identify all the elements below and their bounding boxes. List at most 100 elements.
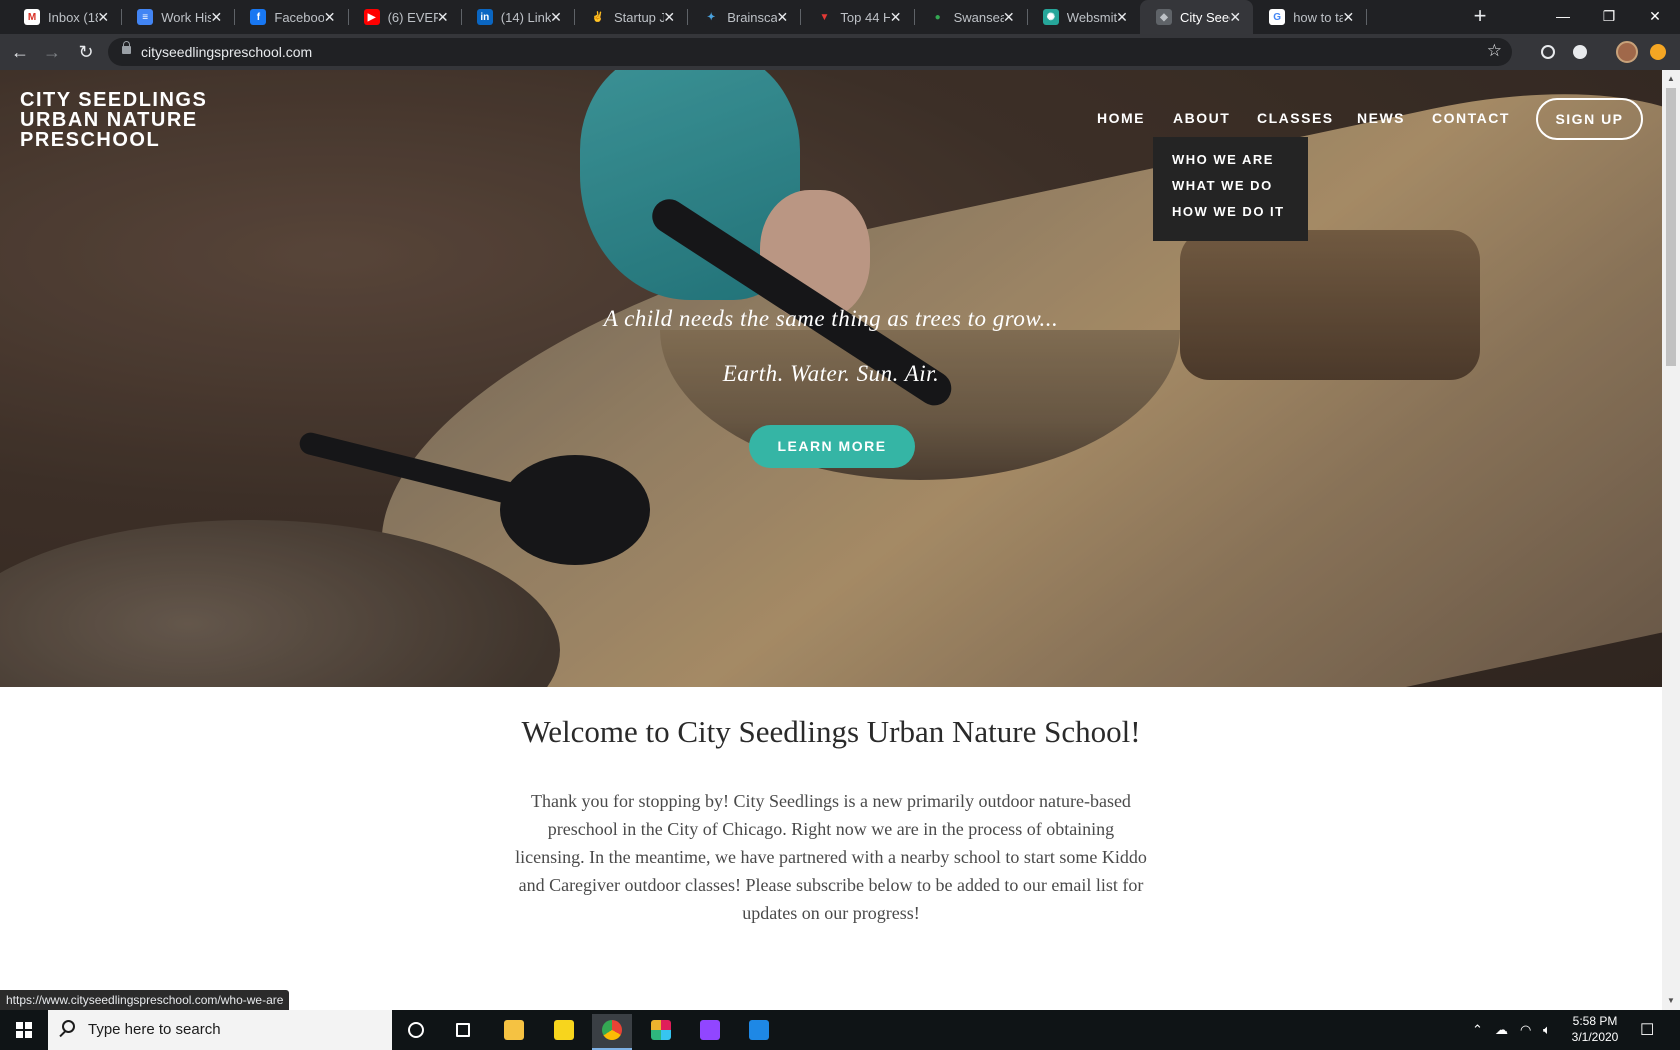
close-tab-icon[interactable]: ✕ bbox=[322, 9, 338, 25]
close-tab-icon[interactable]: ✕ bbox=[435, 9, 451, 25]
close-tab-icon[interactable]: ✕ bbox=[1340, 9, 1356, 25]
youtube-icon: ▶ bbox=[363, 9, 380, 25]
browser-tab[interactable]: ≡ Work Histo✕ bbox=[121, 0, 234, 34]
page-scrollbar[interactable]: ▲ ▼ bbox=[1662, 70, 1680, 1010]
tab-title: Facebook bbox=[274, 9, 325, 25]
scroll-down-icon[interactable]: ▼ bbox=[1666, 996, 1676, 1005]
wifi-icon[interactable]: ◠ bbox=[1520, 1022, 1531, 1038]
close-tab-icon[interactable]: ✕ bbox=[661, 9, 677, 25]
clock-time: 5:58 PM bbox=[1572, 1014, 1618, 1028]
intro-paragraph: Thank you for stopping by! City Seedling… bbox=[515, 791, 1147, 923]
site-logo-line: CITY SEEDLINGS bbox=[20, 89, 208, 111]
twitch-icon[interactable] bbox=[690, 1014, 730, 1050]
vscode-icon[interactable] bbox=[739, 1014, 779, 1050]
tab-title: (6) EVERY bbox=[387, 9, 438, 25]
reload-button[interactable]: ↻ bbox=[74, 40, 98, 64]
close-window-button[interactable]: ✕ bbox=[1632, 0, 1678, 34]
browser-tab[interactable]: in (14) Linked✕ bbox=[461, 0, 574, 34]
menu-item-who-we-are[interactable]: WHO WE ARE bbox=[1172, 152, 1274, 167]
link-status-bubble: https://www.cityseedlingspreschool.com/w… bbox=[0, 990, 290, 1010]
close-tab-icon[interactable]: ✕ bbox=[888, 9, 904, 25]
nav-news[interactable]: NEWS bbox=[1357, 110, 1405, 126]
maps-icon: ● bbox=[929, 9, 946, 25]
close-tab-icon[interactable]: ✕ bbox=[95, 9, 111, 25]
tab-separator bbox=[1366, 9, 1368, 25]
start-button[interactable] bbox=[0, 1010, 48, 1050]
tab-title: how to tak bbox=[1293, 9, 1344, 25]
menu-item-what-we-do[interactable]: WHAT WE DO bbox=[1172, 178, 1273, 193]
about-dropdown-menu: WHO WE ARE WHAT WE DO HOW WE DO IT bbox=[1153, 137, 1308, 241]
chrome-icon[interactable] bbox=[592, 1014, 632, 1050]
scrollbar-thumb[interactable] bbox=[1666, 88, 1676, 366]
site-logo[interactable]: CITY SEEDLINGS URBAN NATURE PRESCHOOL bbox=[20, 90, 207, 150]
show-hidden-icons[interactable]: ⌃ bbox=[1472, 1022, 1483, 1038]
forward-button[interactable]: → bbox=[40, 40, 64, 64]
close-tab-icon[interactable]: ✕ bbox=[1227, 9, 1243, 25]
google-icon: G bbox=[1269, 9, 1286, 25]
docs-icon: ≡ bbox=[137, 9, 154, 25]
browser-tab[interactable]: ◆ City Seedli✕ bbox=[1140, 0, 1254, 34]
facebook-icon: f bbox=[250, 9, 267, 25]
extension-icon[interactable] bbox=[1573, 45, 1587, 59]
browser-tab[interactable]: ✌ Startup Jo✕ bbox=[574, 0, 687, 34]
close-tab-icon[interactable]: ✕ bbox=[774, 9, 790, 25]
brainscape-icon: ✦ bbox=[703, 9, 720, 25]
back-button[interactable]: ← bbox=[8, 40, 32, 64]
bookmark-star-icon[interactable]: ☆ bbox=[1487, 41, 1502, 61]
url-text[interactable]: cityseedlingspreschool.com bbox=[141, 44, 312, 60]
nav-contact[interactable]: CONTACT bbox=[1432, 110, 1510, 126]
file-explorer-icon[interactable] bbox=[494, 1014, 534, 1050]
browser-tab[interactable]: f Facebook✕ bbox=[234, 0, 347, 34]
nav-about[interactable]: ABOUT bbox=[1173, 110, 1230, 126]
search-icon bbox=[62, 1020, 75, 1033]
gmail-icon: M bbox=[24, 9, 40, 25]
restore-button[interactable]: ❐ bbox=[1586, 0, 1632, 34]
lock-icon bbox=[122, 41, 131, 54]
tab-title: Inbox (18) bbox=[48, 9, 98, 25]
browser-tab[interactable]: ✺ Websmith✕ bbox=[1027, 0, 1140, 34]
sticky-notes-icon[interactable] bbox=[544, 1014, 584, 1050]
windows-taskbar: Type here to search ⌃ ☁ ◠ 🔈︎ 5:58 PM 3/1… bbox=[0, 1010, 1680, 1050]
browser-toolbar: ← → ↻ cityseedlingspreschool.com ☆ bbox=[0, 34, 1680, 70]
browser-tab[interactable]: Ghow to tak✕ bbox=[1253, 0, 1366, 34]
tab-title: Work Histo bbox=[161, 9, 212, 25]
profile-avatar[interactable] bbox=[1616, 41, 1638, 63]
cortana-icon[interactable] bbox=[396, 1014, 436, 1050]
sign-up-button[interactable]: SIGN UP bbox=[1536, 98, 1643, 140]
close-tab-icon[interactable]: ✕ bbox=[548, 9, 564, 25]
extension-icon[interactable] bbox=[1541, 45, 1555, 59]
network-status-icon[interactable]: ☁ bbox=[1495, 1022, 1508, 1038]
web-page: CITY SEEDLINGS URBAN NATURE PRESCHOOL HO… bbox=[0, 70, 1662, 1010]
address-bar[interactable]: cityseedlingspreschool.com ☆ bbox=[108, 38, 1512, 66]
site-logo-line: URBAN NATURE bbox=[20, 109, 198, 131]
menu-item-how-we-do-it[interactable]: HOW WE DO IT bbox=[1172, 204, 1285, 219]
browser-tab[interactable]: ✦ Brainscape✕ bbox=[687, 0, 800, 34]
close-tab-icon[interactable]: ✕ bbox=[208, 9, 224, 25]
nav-classes[interactable]: CLASSES bbox=[1257, 110, 1334, 126]
taskbar-search[interactable]: Type here to search bbox=[48, 1010, 392, 1050]
slack-icon[interactable] bbox=[641, 1014, 681, 1050]
taskbar-clock[interactable]: 5:58 PM 3/1/2020 bbox=[1560, 1013, 1630, 1045]
tab-title: (14) Linked bbox=[500, 9, 551, 25]
notification-icon[interactable] bbox=[1650, 44, 1666, 60]
task-view-icon[interactable] bbox=[443, 1014, 483, 1050]
minimize-button[interactable]: — bbox=[1540, 0, 1586, 34]
search-placeholder: Type here to search bbox=[88, 1021, 221, 1038]
close-tab-icon[interactable]: ✕ bbox=[1114, 9, 1130, 25]
clock-date: 3/1/2020 bbox=[1571, 1030, 1619, 1044]
learn-more-button[interactable]: LEARN MORE bbox=[749, 425, 915, 468]
browser-tab[interactable]: ● Swansea ✕ bbox=[914, 0, 1027, 34]
new-tab-button[interactable]: + bbox=[1468, 5, 1492, 29]
browser-tab[interactable]: M Inbox (18)✕ bbox=[8, 0, 121, 34]
browser-tab[interactable]: ▼ Top 44 HT✕ bbox=[800, 0, 913, 34]
close-tab-icon[interactable]: ✕ bbox=[1001, 9, 1017, 25]
tab-title: Swansea bbox=[953, 9, 1004, 25]
scroll-up-icon[interactable]: ▲ bbox=[1666, 74, 1676, 83]
browser-tab[interactable]: ▶ (6) EVERY✕ bbox=[348, 0, 461, 34]
startup-icon: ✌ bbox=[590, 9, 606, 25]
notifications-icon[interactable]: ☐ bbox=[1640, 1020, 1654, 1040]
squarespace-icon: ◆ bbox=[1156, 9, 1172, 25]
nav-home[interactable]: HOME bbox=[1097, 110, 1145, 126]
site-logo-line: PRESCHOOL bbox=[20, 129, 161, 151]
volume-icon[interactable]: 🔈︎ bbox=[1543, 1022, 1551, 1038]
